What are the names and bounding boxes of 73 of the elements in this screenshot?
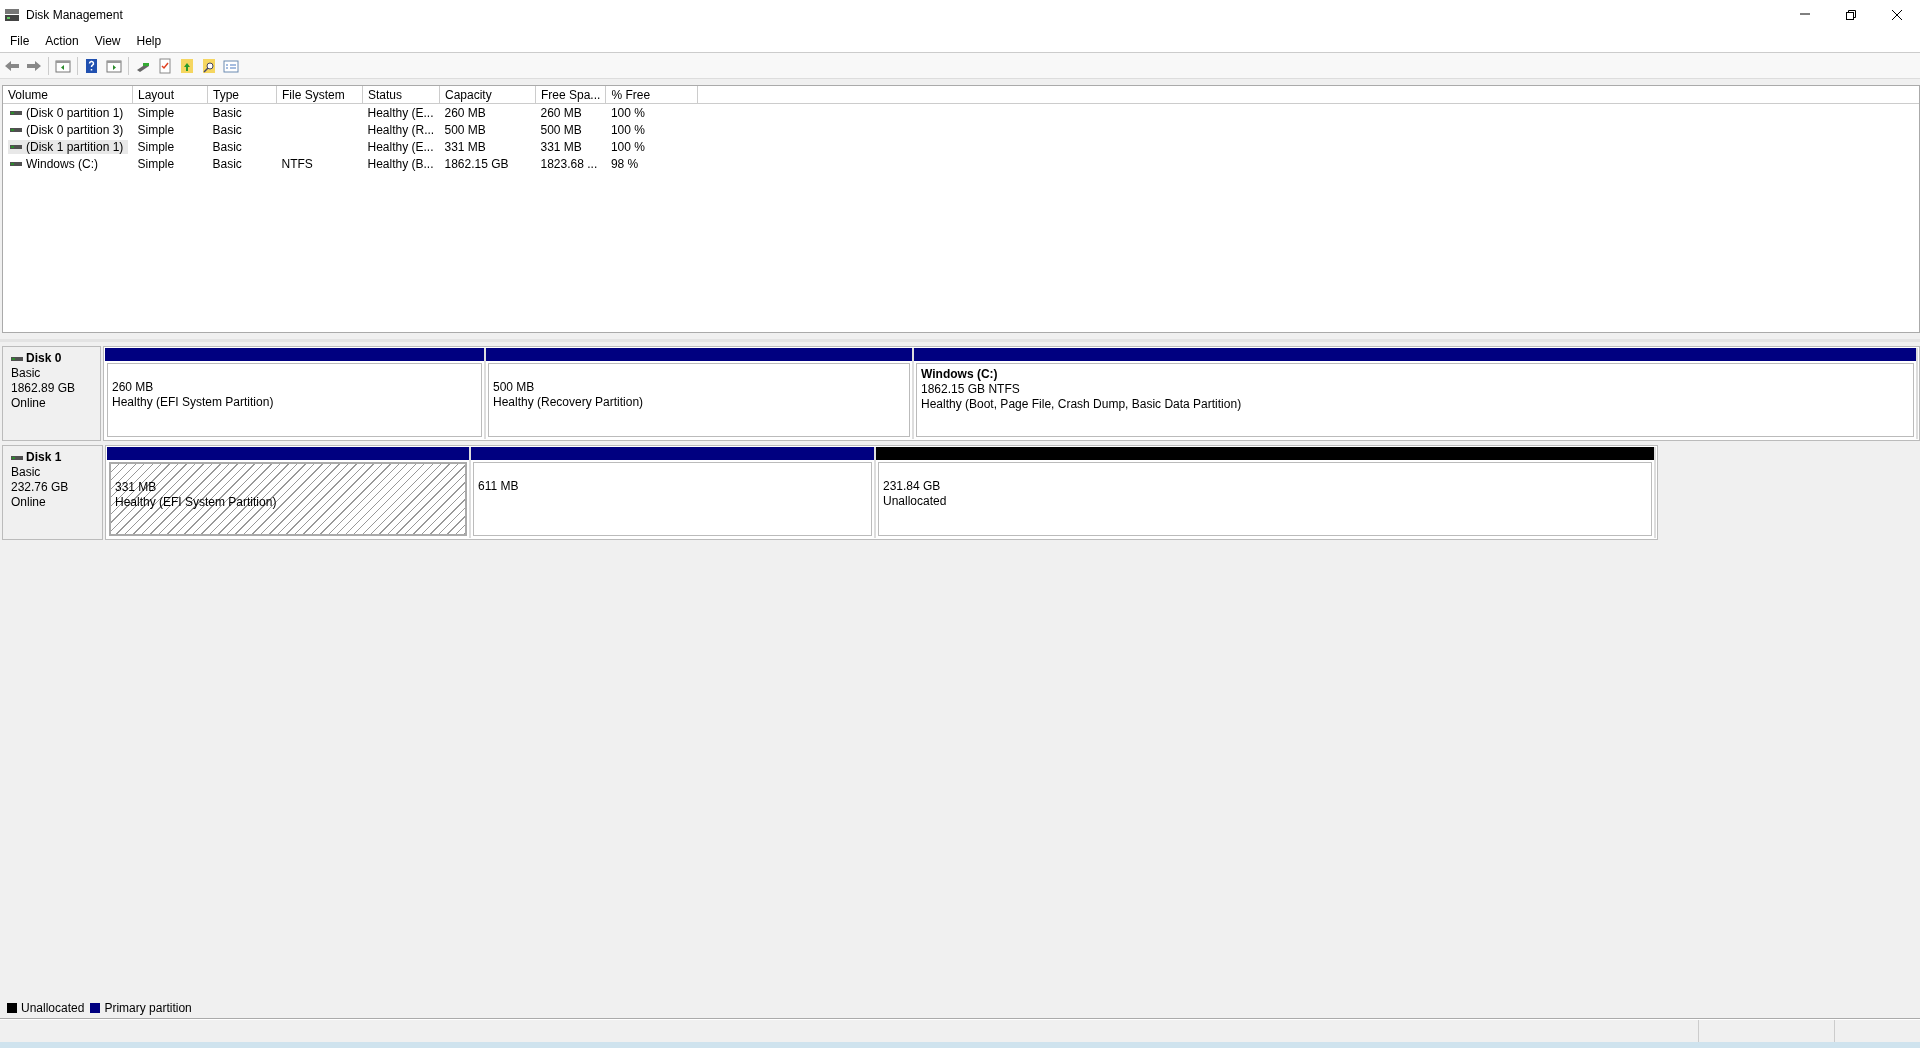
table-cell: Healthy (E... [367,105,434,120]
table-cell: 1862.15 GB [444,156,509,171]
table-cell: 331 MB [540,139,582,154]
table-cell: 331 MB [444,139,486,154]
partition-status: Healthy (EFI System Partition) [115,495,278,510]
table-cell: 500 MB [540,122,582,137]
table-cell: 100 % [610,139,645,154]
volume-name[interactable]: (Disk 0 partition 1) [8,105,128,120]
column-header[interactable]: Free Spa... [535,86,606,104]
volume-name[interactable]: Windows (C:) [8,156,128,171]
table-cell: NTFS [281,156,313,171]
table-cell: Simple [137,122,175,137]
partition-status: Unallocated [883,494,948,509]
volume-name[interactable]: (Disk 1 partition 1) [8,139,128,154]
disk-management-icon [4,8,20,22]
disk-info: Online [11,396,47,411]
menu-item[interactable]: View [86,32,129,50]
disk-name: Disk 0 [26,351,62,366]
table-cell: Basic [212,122,242,137]
table-cell: 100 % [610,122,645,137]
pane-icon[interactable] [106,57,122,74]
help-icon[interactable] [84,57,100,74]
table-cell: Healthy (E... [367,139,434,154]
window-title: Disk Management [26,8,123,22]
legend-label: Unallocated [21,1001,85,1015]
volume-name[interactable]: (Disk 0 partition 3) [8,122,128,137]
partition-status: Healthy (Recovery Partition) [493,395,645,410]
table-cell: 260 MB [540,105,582,120]
table-cell: Basic [212,156,242,171]
disk-info: Basic [11,465,42,480]
disk-info: Online [11,495,47,510]
partition-size: 500 MB [493,380,536,395]
column-header[interactable]: File System [276,86,363,104]
disk-info: Basic [11,366,42,381]
column-header[interactable]: Type [207,86,277,104]
menu-item[interactable]: Help [128,32,170,50]
table-cell: Healthy (R... [367,122,435,137]
table-cell: 100 % [610,105,645,120]
column-header[interactable]: Status [362,86,440,104]
partition-status: Healthy (EFI System Partition) [112,395,275,410]
partition-status: Healthy (Boot, Page File, Crash Dump, Basic Data Partition) [921,397,1243,412]
column-header[interactable]: Volume [3,86,133,104]
disk-info: 232.76 GB [11,480,70,495]
column-header[interactable]: Capacity [439,86,536,104]
close-icon [1891,9,1903,21]
table-cell: 500 MB [444,122,486,137]
menu-item[interactable]: File [2,32,38,50]
disk-name: Disk 1 [26,450,62,465]
disk-info: 1862.89 GB [11,381,77,396]
checklist-icon[interactable] [157,57,173,74]
column-header[interactable]: Layout [132,86,208,104]
table-cell: Basic [212,139,242,154]
table-cell: 1823.68 ... [540,156,598,171]
partition-title: Windows (C:) [921,367,999,382]
table-cell: Healthy (B... [367,156,434,171]
properties-list-icon[interactable] [223,57,239,74]
partition-size: 260 MB [112,380,155,395]
legend-label: Primary partition [104,1001,192,1015]
partition-size: 1862.15 GB NTFS [921,382,1021,397]
table-cell: 260 MB [444,105,486,120]
partition-size: 611 MB [478,479,520,494]
table-cell: 98 % [610,156,639,171]
menu-item[interactable]: Action [37,32,87,50]
folder-search-icon[interactable] [201,57,217,74]
table-cell: Simple [137,156,175,171]
partition-size: 231.84 GB [883,479,942,494]
table-cell: Basic [212,105,242,120]
restore-icon [1845,9,1857,21]
table-cell: Simple [137,105,175,120]
partition-size: 331 MB [115,480,158,495]
column-header[interactable]: % Free [605,86,698,104]
table-cell: Simple [137,139,175,154]
pane-icon[interactable] [55,57,71,74]
